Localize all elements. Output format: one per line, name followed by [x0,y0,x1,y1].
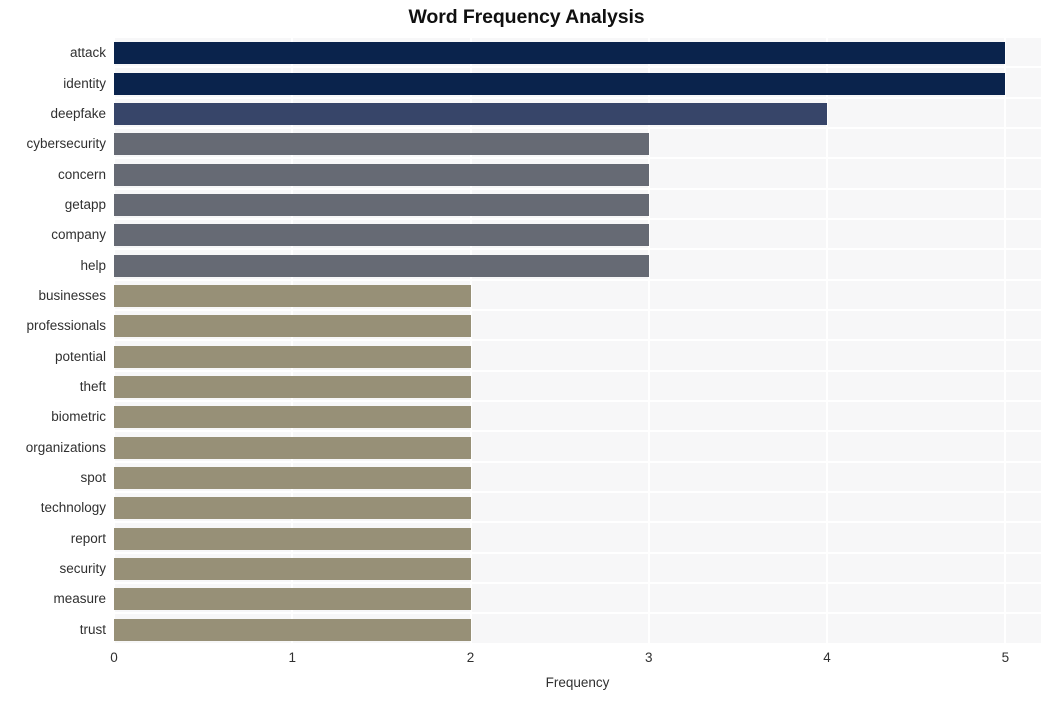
y-tick-label-report: report [70,530,106,546]
x-tick-label-3: 3 [645,650,653,665]
y-tick-label-spot: spot [80,470,106,486]
bar-identity[interactable] [114,72,1006,95]
y-tick-label-deepfake: deepfake [50,105,106,121]
gridline-y [114,642,1041,645]
bar-report[interactable] [114,527,471,550]
chart-title: Word Frequency Analysis [408,6,645,28]
gridline-y [114,460,1041,463]
bar-cybersecurity[interactable] [114,133,649,156]
y-tick-label-measure: measure [53,591,106,607]
y-tick-label-professionals: professionals [26,318,106,334]
bar-company[interactable] [114,224,649,247]
x-tick-label-2: 2 [466,650,475,665]
gridline-y [114,96,1041,99]
gridline-y [114,612,1041,615]
bar-measure[interactable] [114,588,471,611]
bar-attack[interactable] [114,42,1006,65]
bar-businesses[interactable] [114,284,471,307]
y-tick-label-technology: technology [40,500,106,516]
bar-biometric[interactable] [114,406,471,429]
gridline-x-4 [826,38,829,645]
y-tick-label-organizations: organizations [25,439,106,455]
bar-concern[interactable] [114,163,649,186]
gridline-y [114,430,1041,433]
bar-help[interactable] [114,254,649,277]
bar-technology[interactable] [114,497,471,520]
y-tick-label-trust: trust [79,621,106,637]
bar-spot[interactable] [114,467,471,490]
x-tick-label-4: 4 [823,650,831,665]
y-axis-tick-labels: attack identity deepfake cybersecurity conce… [0,38,106,645]
gridline-y [114,126,1041,129]
gridline-y [114,339,1041,342]
gridline-y [114,521,1041,524]
bar-security[interactable] [114,558,471,581]
y-tick-label-cybersecurity: cybersecurity [26,136,106,152]
bar-getapp[interactable] [114,193,649,216]
gridline-y [114,66,1041,69]
word-frequency-chart: Word Frequency Analysis attack identity de… [0,0,1053,701]
bar-deepfake[interactable] [114,102,828,125]
y-tick-label-security: security [59,561,106,577]
gridline-y [114,369,1041,372]
y-tick-label-help: help [80,257,106,273]
y-tick-label-identity: identity [63,75,106,91]
gridline-y [114,187,1041,190]
gridline-y [114,491,1041,494]
gridline-x-2 [469,38,472,645]
y-tick-label-biometric: biometric [51,409,106,425]
gridline-y [114,308,1041,311]
gridline-x-5 [1004,38,1007,645]
y-tick-label-concern: concern [57,166,106,182]
bar-organizations[interactable] [114,436,471,459]
y-tick-label-attack: attack [69,45,106,61]
bar-potential[interactable] [114,345,471,368]
x-tick-label-1: 1 [288,650,297,665]
gridline-y [114,278,1041,281]
gridline-y [114,582,1041,585]
y-tick-label-businesses: businesses [38,287,106,303]
gridline-x-0 [113,38,115,645]
bar-trust[interactable] [114,618,471,641]
gridline-y [114,157,1041,160]
gridline-x-1 [291,38,294,645]
y-tick-label-getapp: getapp [64,196,106,212]
gridline-y [114,248,1041,251]
x-tick-label-5: 5 [1001,650,1010,665]
x-axis-title: Frequency [545,675,610,690]
bar-professionals[interactable] [114,315,471,338]
gridline-x-3 [647,38,650,645]
x-axis-tick-labels: 0 1 2 3 4 5 [110,650,1041,670]
x-tick-label-0: 0 [110,650,118,665]
gridline-y [114,551,1041,554]
gridline-y [114,400,1041,403]
y-tick-label-theft: theft [79,379,106,395]
plot-area [113,38,1041,645]
y-tick-label-company: company [51,227,106,243]
y-tick-label-potential: potential [54,348,106,364]
bar-theft[interactable] [114,376,471,399]
gridline-y [114,217,1041,220]
